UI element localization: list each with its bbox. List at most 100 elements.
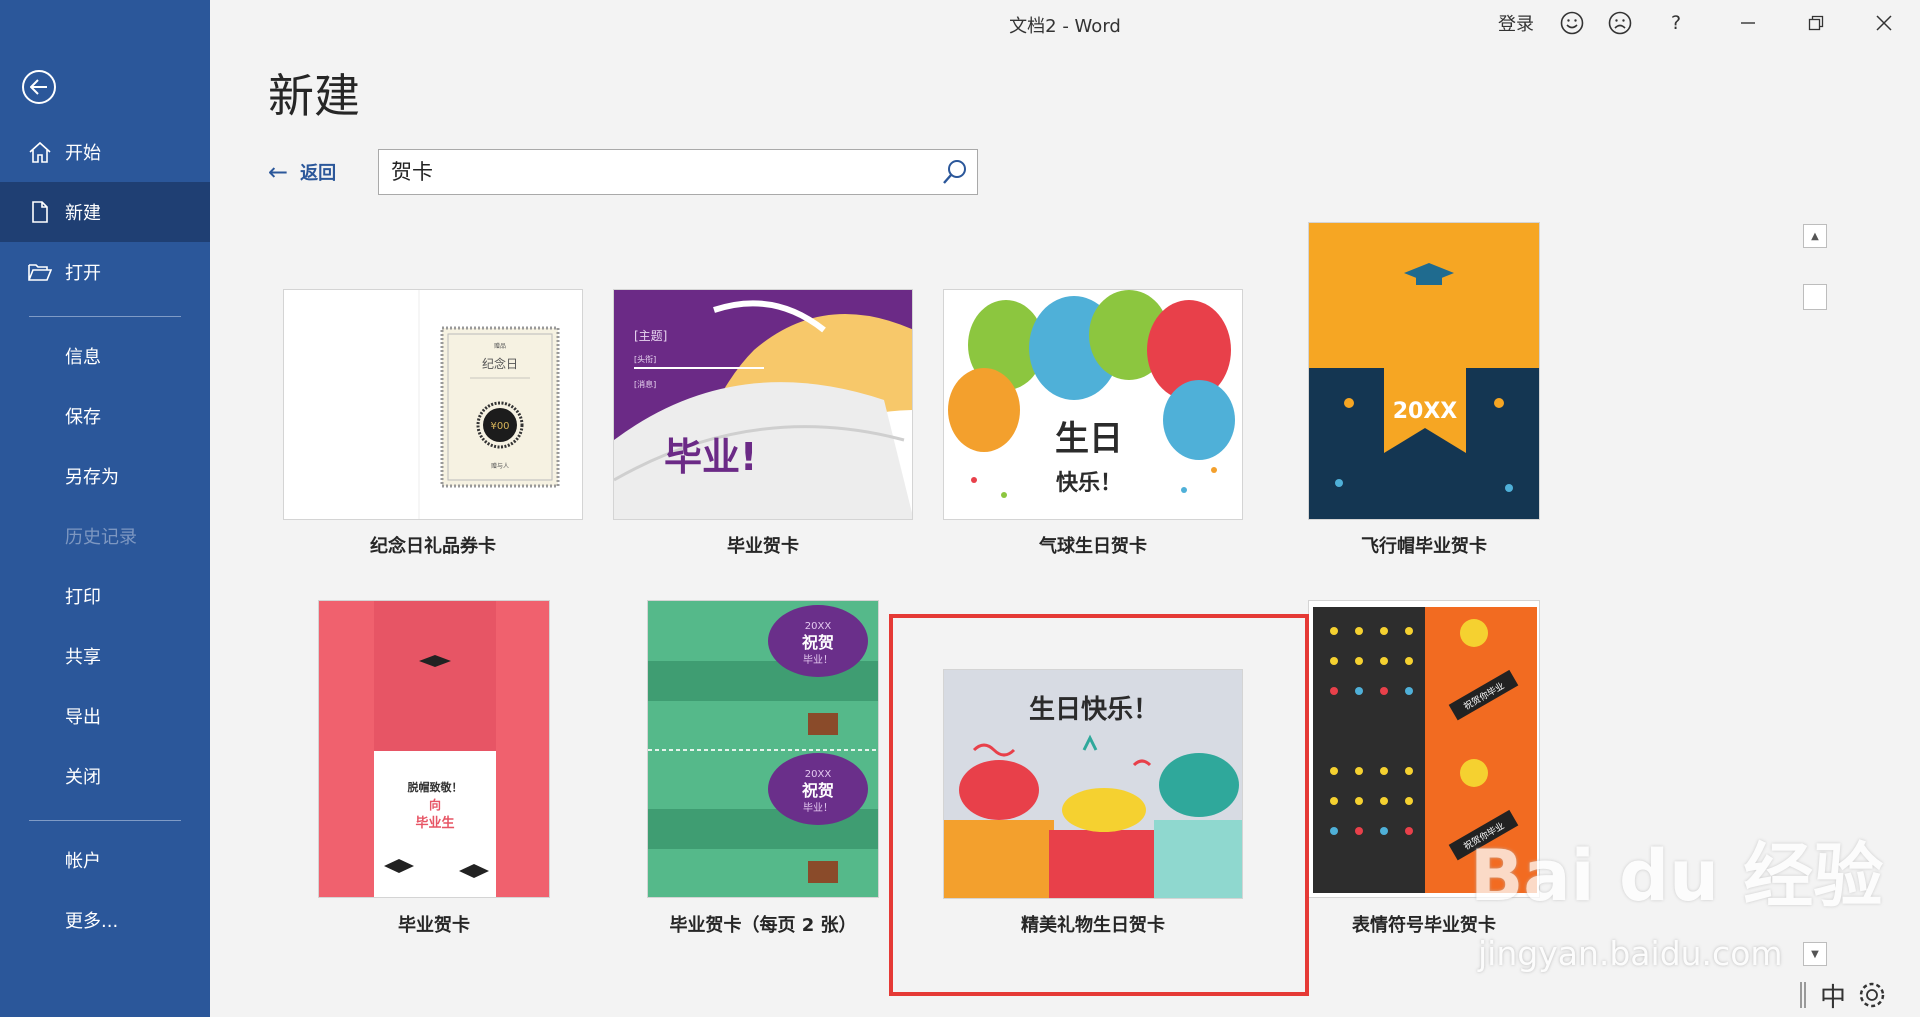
preview-text: 赠与人: [491, 462, 509, 470]
scroll-up-icon[interactable]: ▲: [1803, 224, 1827, 248]
scroll-down-icon[interactable]: ▼: [1803, 942, 1827, 966]
minimize-icon[interactable]: [1730, 8, 1766, 38]
two-per-page-preview: 20XX 祝贺 毕业！ 20XX 祝贺 毕业！: [648, 601, 878, 897]
preview-text: 脱帽致敬！: [408, 780, 463, 794]
gift-certificate-preview: 赠品 纪念日 ¥00 赠与人: [418, 290, 560, 519]
preview-text: 祝贺: [802, 633, 834, 652]
preview-text: 生日: [1055, 419, 1123, 459]
sidebar-item-label: 历史记录: [65, 527, 137, 548]
baidu-watermark-url: jingyan.baidu.com: [1478, 934, 1783, 973]
back-arrow-icon[interactable]: [22, 70, 56, 104]
sidebar-item-label: 更多...: [65, 911, 119, 932]
template-label: 表情符号毕业贺卡: [1352, 915, 1496, 936]
new-document-icon: [32, 201, 48, 223]
sidebar-item-label: 打开: [65, 263, 101, 284]
preview-text: 20XX: [1393, 399, 1458, 424]
close-icon[interactable]: [1866, 8, 1902, 38]
template-label: 飞行帽毕业贺卡: [1361, 536, 1487, 557]
template-label: 毕业贺卡: [398, 915, 470, 936]
gear-icon[interactable]: [1858, 981, 1886, 1009]
emoji-graduation-preview: 祝贺你毕业 祝贺你毕业: [1309, 601, 1539, 897]
signin-link[interactable]: 登录: [1494, 8, 1538, 38]
back-label: 返回: [300, 163, 337, 184]
sidebar-item-export[interactable]: 导出: [0, 686, 210, 746]
scroll-thumb[interactable]: [1803, 284, 1827, 310]
preview-text: 毕业！: [803, 801, 833, 814]
sidebar-item-label: 另存为: [65, 467, 119, 488]
sidebar-item-history: 历史记录: [0, 506, 210, 566]
sidebar-divider: [29, 316, 181, 317]
sidebar-item-label: 打印: [65, 587, 101, 608]
preview-text: [头衔]: [634, 354, 656, 364]
back-link[interactable]: ← 返回: [268, 158, 336, 186]
preview-text: 20XX: [805, 621, 832, 632]
template-thumbnail: 脱帽致敬！ 向 毕业生: [318, 600, 550, 898]
sidebar-item-label: 信息: [65, 347, 101, 368]
preview-text: 快乐！: [1056, 471, 1122, 496]
template-thumbnail: [主题] [头衔] [消息] 毕业!: [613, 289, 913, 520]
preview-text: 毕业！: [803, 653, 833, 666]
folder-open-icon: [28, 264, 52, 281]
restore-icon[interactable]: [1798, 8, 1834, 38]
template-thumbnail: 生日 快乐！: [943, 289, 1243, 520]
gift-card-preview: 生日快乐！: [944, 670, 1242, 898]
sidebar-item-label: 导出: [65, 707, 101, 728]
frown-feedback-icon[interactable]: [1604, 8, 1636, 38]
ime-grip: [1804, 982, 1806, 1008]
template-thumbnail: 20XX: [1308, 222, 1540, 520]
preview-text: ¥00: [490, 421, 509, 432]
sidebar-item-print[interactable]: 打印: [0, 566, 210, 626]
sidebar-item-save[interactable]: 保存: [0, 386, 210, 446]
smile-feedback-icon[interactable]: [1556, 8, 1588, 38]
flying-cap-preview: 20XX: [1309, 223, 1539, 519]
sidebar-item-open[interactable]: 打开: [0, 242, 210, 302]
sidebar-item-label: 关闭: [65, 767, 101, 788]
preview-text: 祝贺: [802, 781, 834, 800]
preview-text: 向: [429, 797, 441, 812]
preview-text: [消息]: [634, 379, 656, 389]
preview-text: 纪念日: [482, 356, 518, 371]
preview-text: 赠品: [494, 342, 506, 350]
sidebar-item-label: 开始: [65, 143, 101, 164]
template-label: 纪念日礼品券卡: [370, 536, 496, 557]
sidebar-item-label: 帐户: [65, 851, 101, 872]
home-icon: [29, 141, 51, 163]
preview-text: [主题]: [634, 329, 667, 343]
sidebar-item-save-as[interactable]: 另存为: [0, 446, 210, 506]
sidebar-item-label: 新建: [65, 203, 101, 224]
template-thumbnail: 赠品 纪念日 ¥00 赠与人: [283, 289, 583, 520]
template-thumbnail: 20XX 祝贺 毕业！ 20XX 祝贺 毕业！: [647, 600, 879, 898]
left-arrow-icon: ←: [268, 158, 289, 186]
backstage-sidebar: 开始 新建 打开 信息 保存 另存为 历史记录 打印 共享 导出 关闭 帐户 更…: [0, 0, 210, 1017]
ime-language[interactable]: 中: [1820, 977, 1846, 1014]
preview-text: 毕业!: [664, 435, 757, 479]
help-button[interactable]: ?: [1664, 8, 1688, 38]
preview-text: 毕业生: [415, 815, 454, 831]
sidebar-item-label: 共享: [65, 647, 101, 668]
template-label: 毕业贺卡（每页 2 张）: [669, 915, 857, 936]
search-input[interactable]: [389, 158, 923, 184]
preview-text: 生日快乐！: [1029, 695, 1159, 725]
sidebar-divider: [29, 820, 181, 821]
balloon-card-preview: 生日 快乐！: [948, 290, 1235, 498]
template-label: 精美礼物生日贺卡: [1021, 915, 1165, 936]
pink-graduation-preview: 脱帽致敬！ 向 毕业生: [319, 601, 549, 897]
ime-indicator[interactable]: 中: [1800, 977, 1886, 1014]
sidebar-item-label: 保存: [65, 407, 101, 428]
sidebar-item-info[interactable]: 信息: [0, 326, 210, 386]
vertical-scrollbar[interactable]: ▲ ▼: [1803, 220, 1827, 970]
sidebar-item-close[interactable]: 关闭: [0, 746, 210, 806]
template-label: 毕业贺卡: [727, 536, 799, 557]
ime-grip: [1800, 982, 1802, 1008]
graduation-card-preview: [主题] [头衔] [消息] 毕业!: [614, 290, 912, 519]
sidebar-item-home[interactable]: 开始: [0, 122, 210, 182]
sidebar-item-new[interactable]: 新建: [0, 182, 210, 242]
template-thumbnail: 生日快乐！: [943, 669, 1243, 899]
sidebar-item-share[interactable]: 共享: [0, 626, 210, 686]
sidebar-item-more[interactable]: 更多...: [0, 890, 210, 950]
template-thumbnail: 祝贺你毕业 祝贺你毕业: [1308, 600, 1540, 898]
template-search-box[interactable]: [378, 149, 978, 195]
search-icon[interactable]: [941, 158, 969, 186]
page-title: 新建: [268, 69, 360, 123]
sidebar-item-account[interactable]: 帐户: [0, 830, 210, 890]
